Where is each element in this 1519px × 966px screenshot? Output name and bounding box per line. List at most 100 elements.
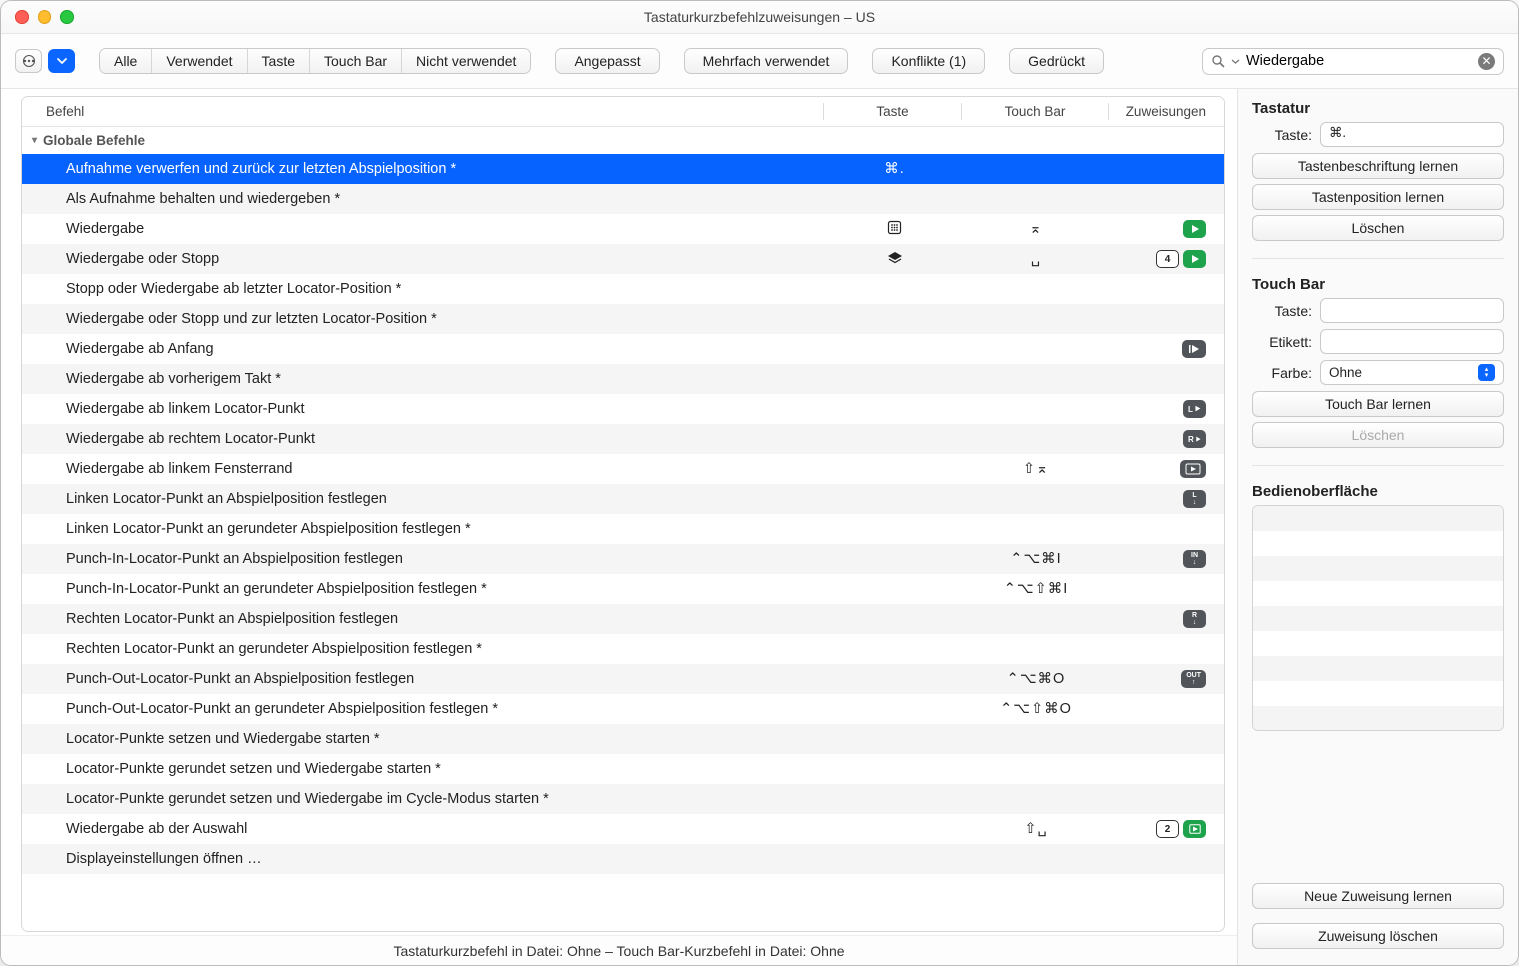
toolbar: AlleVerwendetTasteTouch BarNicht verwend… bbox=[1, 34, 1518, 89]
table-row[interactable]: Rechten Locator-Punkt an gerundeter Absp… bbox=[22, 634, 1224, 664]
play-badge-icon bbox=[1183, 220, 1206, 238]
layers-icon bbox=[886, 249, 904, 267]
learn-new-assignment-button[interactable]: Neue Zuweisung lernen bbox=[1252, 883, 1504, 909]
disclosure-arrow-icon: ▾ bbox=[32, 135, 37, 146]
table-row[interactable]: Rechten Locator-Punkt an Abspielposition… bbox=[22, 604, 1224, 634]
filter-alle[interactable]: Alle bbox=[100, 49, 152, 73]
command-cell: Punch-In-Locator-Punkt an gerundeter Abs… bbox=[22, 581, 826, 597]
table-row[interactable]: Punch-In-Locator-Punkt an Abspielpositio… bbox=[22, 544, 1224, 574]
table-row[interactable]: Linken Locator-Punkt an Abspielposition … bbox=[22, 484, 1224, 514]
assignment-cell: R bbox=[1109, 430, 1224, 448]
count-badge: 4 bbox=[1156, 250, 1179, 268]
assignment-cell bbox=[1109, 460, 1224, 478]
learn-key-position-button[interactable]: Tastenposition lernen bbox=[1252, 184, 1504, 210]
delete-assignment-button[interactable]: Zuweisung löschen bbox=[1252, 923, 1504, 949]
table-row[interactable]: Wiedergabe ab Anfang bbox=[22, 334, 1224, 364]
tb-key-field[interactable] bbox=[1320, 298, 1504, 323]
delete-touchbar-button: Löschen bbox=[1252, 422, 1504, 448]
tb-color-select[interactable]: Ohne ▴▾ bbox=[1320, 360, 1504, 385]
command-cell: Punch-Out-Locator-Punkt an Abspielpositi… bbox=[22, 671, 826, 687]
search-input[interactable] bbox=[1246, 53, 1472, 69]
learn-touchbar-button[interactable]: Touch Bar lernen bbox=[1252, 391, 1504, 417]
filter-touch-bar[interactable]: Touch Bar bbox=[310, 49, 402, 73]
status-footer: Tastaturkurzbefehl in Datei: Ohne – Touc… bbox=[1, 935, 1237, 965]
touchbar-section-title: Touch Bar bbox=[1252, 276, 1504, 293]
table-row[interactable]: Stopp oder Wiedergabe ab letzter Locator… bbox=[22, 274, 1224, 304]
table-row[interactable]: Wiedergabe⌅ bbox=[22, 214, 1224, 244]
key-field[interactable]: ⌘. bbox=[1320, 122, 1504, 147]
table-row[interactable]: Punch-Out-Locator-Punkt an gerundeter Ab… bbox=[22, 694, 1224, 724]
tb-label-field[interactable] bbox=[1320, 329, 1504, 354]
search-icon bbox=[1211, 54, 1225, 68]
table-row[interactable]: Locator-Punkte gerundet setzen und Wiede… bbox=[22, 784, 1224, 814]
touchbar-badge-icon: R↓ bbox=[1183, 610, 1206, 628]
multi-used-button[interactable]: Mehrfach verwendet bbox=[684, 48, 849, 74]
col-assignments[interactable]: Zuweisungen bbox=[1109, 104, 1224, 119]
table-row[interactable]: Punch-Out-Locator-Punkt an Abspielpositi… bbox=[22, 664, 1224, 694]
col-command[interactable]: Befehl bbox=[22, 104, 823, 119]
chevron-down-icon-button[interactable] bbox=[48, 49, 75, 73]
command-cell: Punch-In-Locator-Punkt an Abspielpositio… bbox=[22, 551, 826, 567]
command-cell: Wiedergabe oder Stopp bbox=[22, 251, 826, 267]
learn-key-label-button[interactable]: Tastenbeschriftung lernen bbox=[1252, 153, 1504, 179]
table-body: ▾ Globale Befehle Aufnahme verwerfen und… bbox=[22, 127, 1224, 931]
assignment-cell: L bbox=[1109, 400, 1224, 418]
assignment-cell: IN↓ bbox=[1109, 550, 1224, 568]
maximize-icon[interactable] bbox=[60, 10, 74, 24]
touchbar-cell: ⌃⌥⇧⌘O bbox=[963, 701, 1109, 717]
close-icon[interactable] bbox=[15, 10, 29, 24]
conflicts-button[interactable]: Konflikte (1) bbox=[872, 48, 985, 74]
minimize-icon[interactable] bbox=[38, 10, 52, 24]
delete-key-button[interactable]: Löschen bbox=[1252, 215, 1504, 241]
table-row[interactable]: Linken Locator-Punkt an gerundeter Abspi… bbox=[22, 514, 1224, 544]
pressed-button[interactable]: Gedrückt bbox=[1009, 48, 1104, 74]
table-row[interactable]: Aufnahme verwerfen und zurück zur letzte… bbox=[22, 154, 1224, 184]
count-badge: 2 bbox=[1156, 820, 1179, 838]
table-row[interactable]: Wiedergabe ab vorherigem Takt * bbox=[22, 364, 1224, 394]
window-controls bbox=[15, 10, 74, 24]
assignment-cell bbox=[1109, 340, 1224, 358]
command-cell: Locator-Punkte gerundet setzen und Wiede… bbox=[22, 791, 826, 807]
surface-section-title: Bedienoberfläche bbox=[1252, 483, 1504, 500]
surface-listbox[interactable] bbox=[1252, 505, 1504, 731]
assignment-cell: OUT↑ bbox=[1109, 670, 1224, 688]
key-cell bbox=[826, 249, 963, 269]
table-row[interactable]: Punch-In-Locator-Punkt an gerundeter Abs… bbox=[22, 574, 1224, 604]
filter-verwendet[interactable]: Verwendet bbox=[152, 49, 247, 73]
command-cell: Wiedergabe bbox=[22, 221, 826, 237]
filter-nicht-verwendet[interactable]: Nicht verwendet bbox=[402, 49, 530, 73]
col-touchbar[interactable]: Touch Bar bbox=[962, 104, 1108, 119]
table-row[interactable]: Wiedergabe oder Stopp␣4 bbox=[22, 244, 1224, 274]
table-row[interactable]: Locator-Punkte setzen und Wiedergabe sta… bbox=[22, 724, 1224, 754]
table-row[interactable]: Wiedergabe oder Stopp und zur letzten Lo… bbox=[22, 304, 1224, 334]
command-cell: Punch-Out-Locator-Punkt an gerundeter Ab… bbox=[22, 701, 826, 717]
clear-search-icon[interactable]: ✕ bbox=[1478, 53, 1495, 70]
play-badge-icon bbox=[1183, 820, 1206, 838]
table-row[interactable]: Locator-Punkte gerundet setzen und Wiede… bbox=[22, 754, 1224, 784]
commands-table: Befehl Taste Touch Bar Zuweisungen ▾ Glo… bbox=[21, 96, 1225, 932]
command-cell: Wiedergabe ab der Auswahl bbox=[22, 821, 826, 837]
touchbar-key: ⌃⌥⌘I bbox=[963, 551, 1109, 567]
table-row[interactable]: Wiedergabe ab linkem Fensterrand ⇧⌅ bbox=[22, 454, 1224, 484]
touchbar-key: ⌃⌥⇧⌘O bbox=[963, 701, 1109, 717]
menu-icon-button[interactable] bbox=[15, 49, 42, 73]
assignment-cell: L↓ bbox=[1109, 490, 1224, 508]
key-label: Taste: bbox=[1252, 127, 1312, 143]
command-cell: Wiedergabe ab linkem Fensterrand bbox=[22, 461, 826, 477]
command-cell: Aufnahme verwerfen und zurück zur letzte… bbox=[22, 161, 826, 177]
table-row[interactable]: Displayeinstellungen öffnen … bbox=[22, 844, 1224, 874]
table-row[interactable]: Als Aufnahme behalten und wiedergeben * bbox=[22, 184, 1224, 214]
filter-taste[interactable]: Taste bbox=[248, 49, 310, 73]
col-key[interactable]: Taste bbox=[824, 104, 961, 119]
table-row[interactable]: Wiedergabe ab der Auswahl⇧␣2 bbox=[22, 814, 1224, 844]
table-row[interactable]: Wiedergabe ab rechtem Locator-PunktR bbox=[22, 424, 1224, 454]
group-header[interactable]: ▾ Globale Befehle bbox=[22, 127, 1224, 154]
touchbar-badge-icon: L bbox=[1183, 400, 1206, 418]
touchbar-cell: ⇧⌅ bbox=[963, 461, 1109, 477]
tb-key-label: Taste: bbox=[1252, 303, 1312, 319]
customized-button[interactable]: Angepasst bbox=[555, 48, 659, 74]
search-field[interactable]: ✕ bbox=[1202, 48, 1504, 75]
table-row[interactable]: Wiedergabe ab linkem Locator-PunktL bbox=[22, 394, 1224, 424]
keyboard-section-title: Tastatur bbox=[1252, 100, 1504, 117]
table-header: Befehl Taste Touch Bar Zuweisungen bbox=[22, 97, 1224, 127]
